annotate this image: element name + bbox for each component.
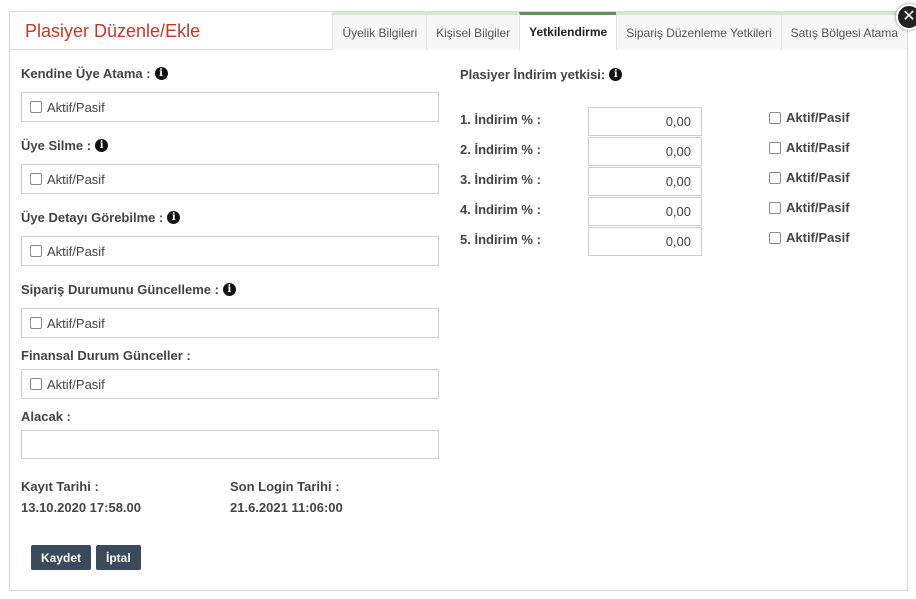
kendine-uye-atama-box: Aktif/Pasif	[21, 92, 439, 122]
checkbox-label: Aktif/Pasif	[786, 170, 850, 185]
info-icon[interactable]: i	[222, 283, 236, 296]
save-button[interactable]: Kaydet	[31, 545, 92, 570]
finansal-durum-box: Aktif/Pasif	[21, 369, 439, 399]
kendine-uye-atama-label: Kendine Üye Atama : i	[21, 66, 168, 81]
indirim-5-label: 5. İndirim % :	[460, 232, 541, 247]
tab-satis-bolgesi-atama[interactable]: Satış Bölgesi Atama	[780, 12, 907, 50]
dialog-header: Plasiyer Düzenle/Ekle Üyelik Bilgileri K…	[10, 12, 907, 50]
indirim-4-input[interactable]: 0,00	[588, 197, 702, 226]
checkbox-label: Aktif/Pasif	[47, 376, 105, 392]
uye-silme-box: Aktif/Pasif	[21, 164, 439, 194]
indirim-1-checkbox[interactable]	[769, 111, 781, 124]
indirim-2-checkbox[interactable]	[769, 141, 781, 154]
info-icon[interactable]: i	[167, 211, 181, 224]
kendine-uye-atama-text: Kendine Üye Atama :	[21, 66, 151, 81]
indirim-1-toggle: Aktif/Pasif	[769, 110, 850, 125]
tab-kisisel-bilgiler[interactable]: Kişisel Bilgiler	[426, 12, 520, 50]
siparis-durumu-label: Sipariş Durumunu Güncelleme : i	[21, 282, 236, 297]
checkbox-label: Aktif/Pasif	[786, 140, 850, 155]
dialog-title: Plasiyer Düzenle/Ekle	[25, 21, 201, 41]
indirim-4-label: 4. İndirim % :	[460, 202, 541, 217]
indirim-1-input[interactable]: 0,00	[588, 107, 702, 136]
indirim-1-label: 1. İndirim % :	[460, 112, 541, 127]
indirim-2-input[interactable]: 0,00	[588, 137, 702, 166]
finansal-durum-checkbox[interactable]	[30, 378, 42, 390]
checkbox-label: Aktif/Pasif	[47, 315, 105, 331]
uye-silme-text: Üye Silme :	[21, 138, 92, 153]
checkbox-label: Aktif/Pasif	[786, 230, 850, 245]
info-icon[interactable]: i	[609, 68, 623, 81]
checkbox-label: Aktif/Pasif	[47, 99, 105, 115]
checkbox-label: Aktif/Pasif	[786, 110, 850, 125]
uye-detayi-box: Aktif/Pasif	[21, 236, 439, 266]
indirim-2-label: 2. İndirim % :	[460, 142, 541, 157]
indirim-4-toggle: Aktif/Pasif	[769, 200, 850, 215]
indirim-5-input[interactable]: 0,00	[588, 227, 702, 256]
alacak-label: Alacak :	[21, 409, 71, 424]
alacak-text: Alacak :	[21, 409, 71, 424]
tab-yetkilendirme[interactable]: Yetkilendirme	[519, 12, 617, 50]
cancel-button[interactable]: İptal	[96, 545, 141, 570]
uye-detayi-checkbox[interactable]	[30, 245, 42, 257]
indirim-3-toggle: Aktif/Pasif	[769, 170, 850, 185]
indirim-2-toggle: Aktif/Pasif	[769, 140, 850, 155]
finansal-durum-label: Finansal Durum Günceller :	[21, 348, 191, 363]
checkbox-label: Aktif/Pasif	[786, 200, 850, 215]
uye-silme-checkbox[interactable]	[30, 173, 42, 185]
indirim-3-checkbox[interactable]	[769, 171, 781, 184]
kayit-tarihi-label: Kayıt Tarihi :	[21, 479, 99, 494]
tab-siparis-duzenleme-yetkileri[interactable]: Sipariş Düzenleme Yetkileri	[616, 12, 781, 50]
siparis-durumu-checkbox[interactable]	[30, 317, 42, 329]
indirim-5-checkbox[interactable]	[769, 231, 781, 244]
tab-uyelik-bilgileri[interactable]: Üyelik Bilgileri	[332, 12, 427, 50]
uye-detayi-label: Üye Detayı Görebilme : i	[21, 210, 181, 225]
close-icon[interactable]: ✕	[896, 4, 916, 30]
uye-detayi-text: Üye Detayı Görebilme :	[21, 210, 164, 225]
indirim-4-checkbox[interactable]	[769, 201, 781, 214]
finansal-durum-text: Finansal Durum Günceller :	[21, 348, 191, 363]
indirim-3-input[interactable]: 0,00	[588, 167, 702, 196]
plasiyer-dialog: Plasiyer Düzenle/Ekle Üyelik Bilgileri K…	[9, 4, 916, 591]
son-login-value: 21.6.2021 11:06:00	[230, 500, 343, 515]
info-icon[interactable]: i	[95, 139, 109, 152]
checkbox-label: Aktif/Pasif	[47, 171, 105, 187]
siparis-durumu-text: Sipariş Durumunu Güncelleme :	[21, 282, 219, 297]
son-login-label: Son Login Tarihi :	[230, 479, 340, 494]
kayit-tarihi-value: 13.10.2020 17:58.00	[21, 500, 141, 515]
indirim-3-label: 3. İndirim % :	[460, 172, 541, 187]
indirim-yetkisi-text: Plasiyer İndirim yetkisi:	[460, 67, 606, 82]
siparis-durumu-box: Aktif/Pasif	[21, 308, 439, 338]
alacak-input[interactable]	[21, 430, 439, 459]
indirim-yetkisi-title: Plasiyer İndirim yetkisi: i	[460, 67, 623, 82]
info-icon[interactable]: i	[154, 67, 168, 80]
uye-silme-label: Üye Silme : i	[21, 138, 109, 153]
checkbox-label: Aktif/Pasif	[47, 243, 105, 259]
kendine-uye-atama-checkbox[interactable]	[30, 101, 42, 113]
indirim-5-toggle: Aktif/Pasif	[769, 230, 850, 245]
tab-bar: Üyelik Bilgileri Kişisel Bilgiler Yetkil…	[332, 12, 907, 50]
